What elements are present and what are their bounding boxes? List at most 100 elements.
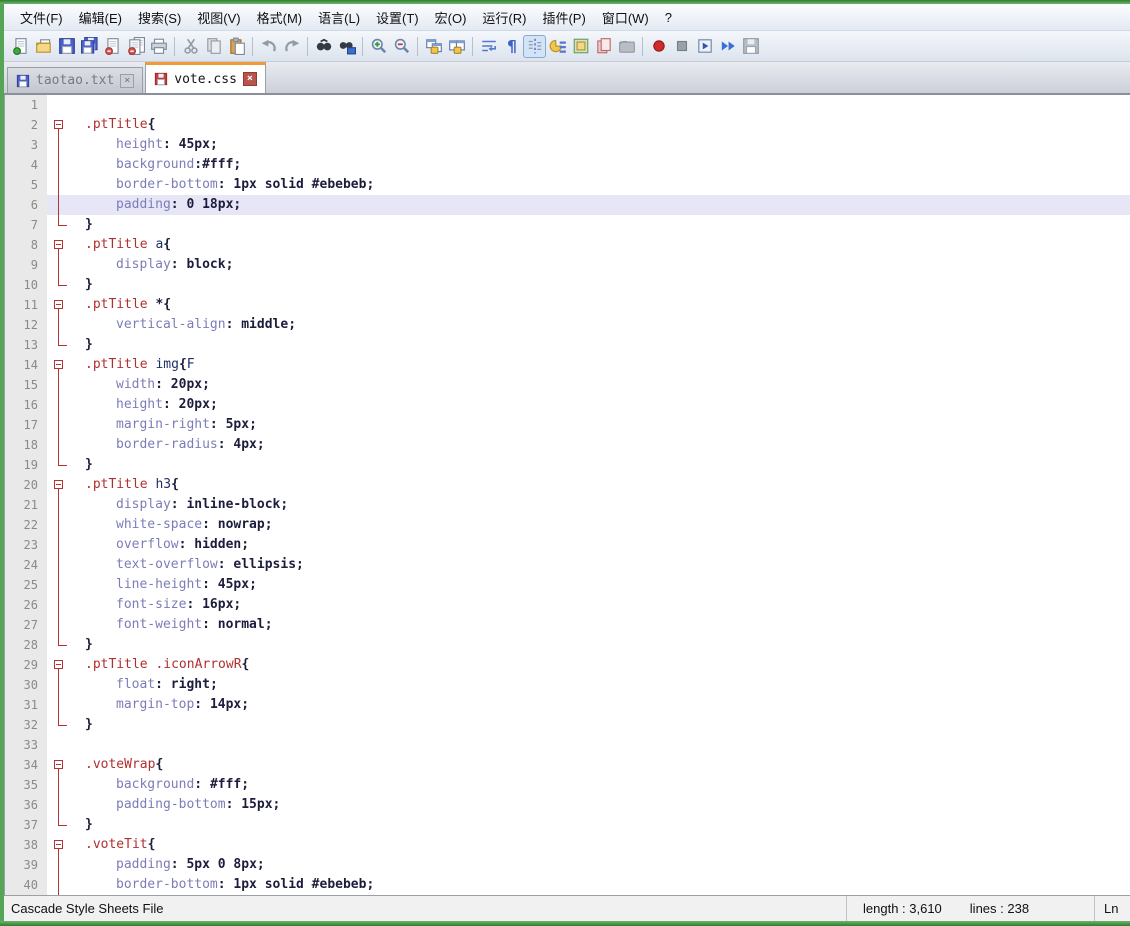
code-text[interactable]: height: 45px;: [73, 135, 1130, 155]
code-text[interactable]: border-radius: 4px;: [73, 435, 1130, 455]
cut-button[interactable]: [179, 35, 202, 58]
find-button[interactable]: [312, 35, 335, 58]
save-all-button[interactable]: [78, 35, 101, 58]
menu-item-file[interactable]: 文件(F): [12, 5, 71, 30]
menu-item-view[interactable]: 视图(V): [189, 5, 248, 30]
code-line[interactable]: 32}: [5, 715, 1130, 735]
close-file-button[interactable]: [101, 35, 124, 58]
close-all-button[interactable]: [124, 35, 147, 58]
code-text[interactable]: width: 20px;: [73, 375, 1130, 395]
code-line[interactable]: 8.ptTitle a{: [5, 235, 1130, 255]
code-line[interactable]: 38.voteTit{: [5, 835, 1130, 855]
code-line[interactable]: 7}: [5, 215, 1130, 235]
code-line[interactable]: 4background:#fff;: [5, 155, 1130, 175]
menu-item-macro[interactable]: 宏(O): [427, 5, 475, 30]
code-line[interactable]: 35background: #fff;: [5, 775, 1130, 795]
fold-marker-icon[interactable]: [47, 115, 73, 135]
code-text[interactable]: }: [73, 215, 1130, 235]
code-text[interactable]: border-bottom: 1px solid #ebebeb;: [73, 875, 1130, 895]
code-line[interactable]: 3height: 45px;: [5, 135, 1130, 155]
code-text[interactable]: .ptTitle .iconArrowR{: [73, 655, 1130, 675]
code-text[interactable]: background:#fff;: [73, 155, 1130, 175]
new-file-button[interactable]: [9, 35, 32, 58]
code-text[interactable]: [73, 95, 1130, 115]
code-text[interactable]: .ptTitle a{: [73, 235, 1130, 255]
zoom-in-button[interactable]: [367, 35, 390, 58]
menu-item-format[interactable]: 格式(M): [249, 5, 311, 30]
paste-button[interactable]: [225, 35, 248, 58]
code-line[interactable]: 24text-overflow: ellipsis;: [5, 555, 1130, 575]
code-line[interactable]: 14.ptTitle img{F: [5, 355, 1130, 375]
code-line[interactable]: 25line-height: 45px;: [5, 575, 1130, 595]
code-line[interactable]: 34.voteWrap{: [5, 755, 1130, 775]
code-text[interactable]: .ptTitle *{: [73, 295, 1130, 315]
code-line[interactable]: 26font-size: 16px;: [5, 595, 1130, 615]
menu-item-search[interactable]: 搜索(S): [130, 5, 189, 30]
fold-marker-icon[interactable]: [47, 235, 73, 255]
fold-marker-icon[interactable]: [47, 295, 73, 315]
code-text[interactable]: }: [73, 815, 1130, 835]
word-wrap-button[interactable]: [477, 35, 500, 58]
show-indent-guide-button[interactable]: [523, 35, 546, 58]
code-line[interactable]: 39padding: 5px 0 8px;: [5, 855, 1130, 875]
code-line[interactable]: 22white-space: nowrap;: [5, 515, 1130, 535]
code-line[interactable]: 10}: [5, 275, 1130, 295]
code-text[interactable]: .ptTitle{: [73, 115, 1130, 135]
menu-item-run[interactable]: 运行(R): [474, 5, 534, 30]
undo-button[interactable]: [257, 35, 280, 58]
code-line[interactable]: 12vertical-align: middle;: [5, 315, 1130, 335]
code-line[interactable]: 28}: [5, 635, 1130, 655]
code-line[interactable]: 19}: [5, 455, 1130, 475]
code-text[interactable]: .voteWrap{: [73, 755, 1130, 775]
code-text[interactable]: display: inline-block;: [73, 495, 1130, 515]
code-text[interactable]: .voteTit{: [73, 835, 1130, 855]
code-text[interactable]: height: 20px;: [73, 395, 1130, 415]
code-line[interactable]: 16height: 20px;: [5, 395, 1130, 415]
code-text[interactable]: white-space: nowrap;: [73, 515, 1130, 535]
menu-item-help[interactable]: ?: [657, 7, 680, 28]
redo-button[interactable]: [280, 35, 303, 58]
code-text[interactable]: float: right;: [73, 675, 1130, 695]
fold-marker-icon[interactable]: [47, 355, 73, 375]
code-line[interactable]: 21display: inline-block;: [5, 495, 1130, 515]
code-line[interactable]: 5border-bottom: 1px solid #ebebeb;: [5, 175, 1130, 195]
code-text[interactable]: .ptTitle h3{: [73, 475, 1130, 495]
fold-marker-icon[interactable]: [47, 755, 73, 775]
project-panel-button[interactable]: [615, 35, 638, 58]
sync-horizontal-scroll-button[interactable]: [445, 35, 468, 58]
tab-close-icon[interactable]: ×: [120, 74, 134, 88]
code-text[interactable]: vertical-align: middle;: [73, 315, 1130, 335]
code-line[interactable]: 29.ptTitle .iconArrowR{: [5, 655, 1130, 675]
code-line[interactable]: 17margin-right: 5px;: [5, 415, 1130, 435]
fold-marker-icon[interactable]: [47, 655, 73, 675]
code-text[interactable]: }: [73, 455, 1130, 475]
menu-item-settings[interactable]: 设置(T): [368, 5, 427, 30]
fold-marker-icon[interactable]: [47, 475, 73, 495]
document-switcher-button[interactable]: [592, 35, 615, 58]
code-text[interactable]: margin-right: 5px;: [73, 415, 1130, 435]
code-line[interactable]: 40border-bottom: 1px solid #ebebeb;: [5, 875, 1130, 895]
code-line[interactable]: 11.ptTitle *{: [5, 295, 1130, 315]
code-line[interactable]: 13}: [5, 335, 1130, 355]
save-macro-button[interactable]: [739, 35, 762, 58]
sync-vertical-scroll-button[interactable]: [422, 35, 445, 58]
code-line[interactable]: 33: [5, 735, 1130, 755]
code-text[interactable]: margin-top: 14px;: [73, 695, 1130, 715]
function-list-button[interactable]: [546, 35, 569, 58]
menu-item-language[interactable]: 语言(L): [310, 5, 368, 30]
replace-button[interactable]: [335, 35, 358, 58]
code-text[interactable]: font-size: 16px;: [73, 595, 1130, 615]
code-text[interactable]: background: #fff;: [73, 775, 1130, 795]
open-file-button[interactable]: [32, 35, 55, 58]
code-line[interactable]: 37}: [5, 815, 1130, 835]
code-text[interactable]: overflow: hidden;: [73, 535, 1130, 555]
code-text[interactable]: }: [73, 715, 1130, 735]
fold-marker-icon[interactable]: [47, 835, 73, 855]
code-line[interactable]: 9display: block;: [5, 255, 1130, 275]
code-line[interactable]: 1: [5, 95, 1130, 115]
code-text[interactable]: }: [73, 275, 1130, 295]
menu-item-edit[interactable]: 编辑(E): [71, 5, 130, 30]
code-text[interactable]: display: block;: [73, 255, 1130, 275]
code-line[interactable]: 2.ptTitle{: [5, 115, 1130, 135]
code-text[interactable]: .ptTitle img{F: [73, 355, 1130, 375]
